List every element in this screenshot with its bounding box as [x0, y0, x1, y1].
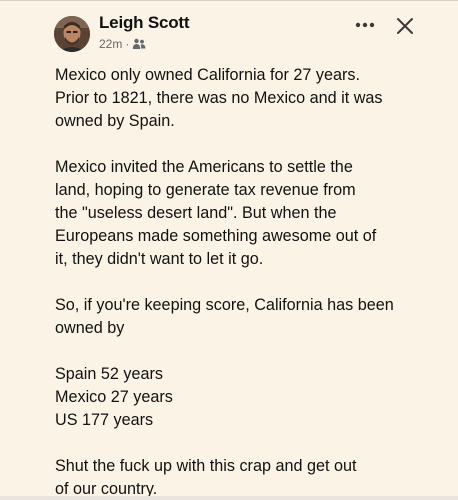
- post-paragraph: Mexico invited the Americans to settle t…: [55, 158, 377, 268]
- avatar[interactable]: [54, 16, 90, 52]
- post-card: Leigh Scott 22m · Mexico only owned Cali…: [0, 0, 458, 500]
- post-paragraph: So, if you're keeping score, California …: [55, 296, 394, 337]
- top-divider: [0, 0, 458, 1]
- timestamp[interactable]: 22m: [99, 37, 122, 51]
- author-name[interactable]: Leigh Scott: [99, 13, 190, 33]
- post-paragraph: Mexico only owned California for 27 year…: [55, 66, 383, 130]
- more-options-icon: [355, 22, 375, 28]
- avatar-image: [54, 16, 90, 52]
- post-meta: 22m ·: [99, 37, 146, 51]
- post-paragraph: Spain 52 years Mexico 27 years US 177 ye…: [55, 365, 173, 429]
- meta-separator: ·: [125, 37, 130, 51]
- close-button[interactable]: [391, 12, 419, 40]
- more-options-button[interactable]: [350, 13, 380, 37]
- post-body: Mexico only owned California for 27 year…: [55, 64, 427, 500]
- close-icon: [397, 18, 413, 34]
- bottom-divider: [0, 496, 458, 500]
- post-paragraph: Shut the fuck up with this crap and get …: [55, 457, 357, 498]
- friends-icon[interactable]: [132, 38, 146, 50]
